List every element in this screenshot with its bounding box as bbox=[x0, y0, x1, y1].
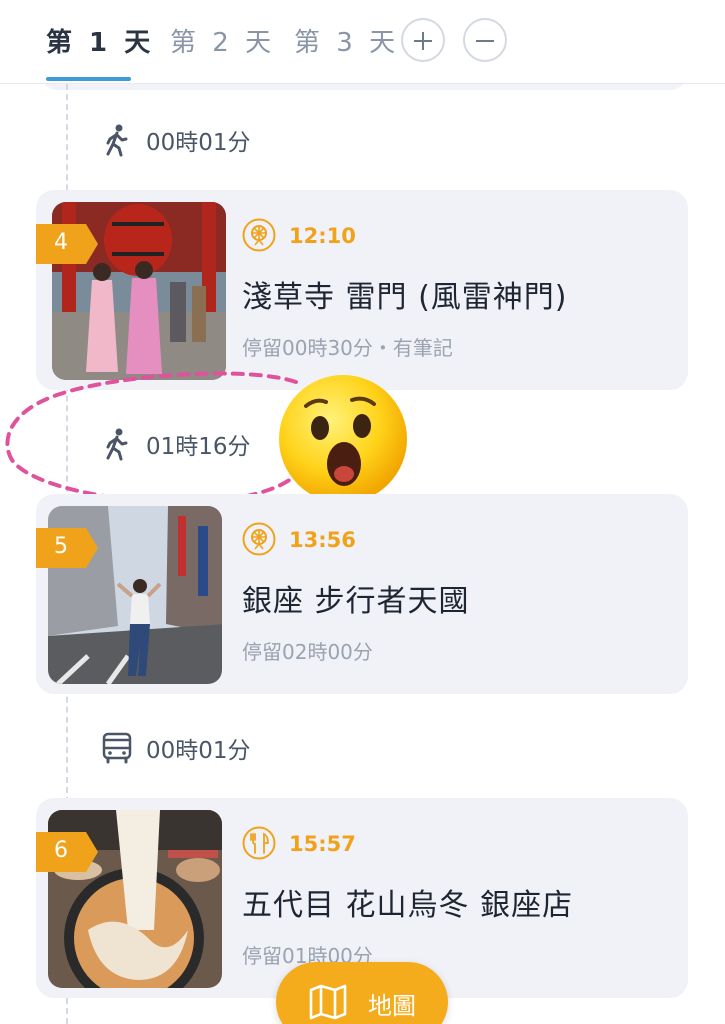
tab-day-1[interactable]: 第 1 天 bbox=[46, 22, 154, 59]
day-tabs: 第 1 天 第 2 天 第 3 天 bbox=[0, 0, 725, 84]
ferris-wheel-icon bbox=[242, 218, 276, 252]
stop-number: 4 bbox=[54, 230, 68, 255]
stop-number: 5 bbox=[54, 534, 68, 559]
tab-day-3[interactable]: 第 3 天 bbox=[294, 22, 399, 59]
transit-duration: 01時16分 bbox=[146, 434, 251, 460]
arrival-time: 12:10 bbox=[289, 224, 356, 248]
stay-duration: 停留00時30分・有筆記 bbox=[242, 336, 453, 360]
arrival-time: 13:56 bbox=[289, 528, 356, 552]
ferris-wheel-icon bbox=[242, 522, 276, 556]
stop-name: 銀座 步行者天國 bbox=[242, 584, 470, 619]
map-button[interactable]: 地圖 bbox=[276, 962, 448, 1024]
stop-number: 6 bbox=[54, 838, 68, 863]
tab-day-2[interactable]: 第 2 天 bbox=[170, 22, 275, 59]
stop-name: 五代目 花山烏冬 銀座店 bbox=[242, 888, 574, 923]
transit-segment[interactable]: 00時01分 bbox=[100, 728, 251, 768]
transit-segment[interactable]: 01時16分 bbox=[100, 424, 251, 464]
transit-segment[interactable]: 00時01分 bbox=[100, 120, 251, 160]
add-day-button[interactable] bbox=[401, 18, 445, 62]
remove-day-button[interactable] bbox=[463, 18, 507, 62]
arrival-time: 15:57 bbox=[289, 832, 356, 856]
stop-card[interactable]: 4 12:10 淺草寺 雷門 (風雷神門) 停留00時30分・有筆記 bbox=[36, 190, 688, 390]
stop-name: 淺草寺 雷門 (風雷神門) bbox=[242, 280, 568, 315]
stop-card[interactable]: 5 13:56 銀座 步行者天國 停留02時00分 bbox=[36, 494, 688, 694]
walk-icon bbox=[106, 124, 128, 157]
transit-duration: 00時01分 bbox=[146, 130, 251, 156]
bus-icon bbox=[102, 732, 132, 764]
stay-duration: 停留02時00分 bbox=[242, 640, 373, 664]
walk-icon bbox=[106, 428, 128, 461]
map-icon bbox=[309, 984, 347, 1020]
active-tab-indicator bbox=[46, 77, 131, 81]
transit-duration: 00時01分 bbox=[146, 738, 251, 764]
surprised-emoji-icon bbox=[279, 375, 407, 503]
fork-knife-icon bbox=[242, 826, 276, 860]
map-button-label: 地圖 bbox=[368, 992, 416, 1020]
